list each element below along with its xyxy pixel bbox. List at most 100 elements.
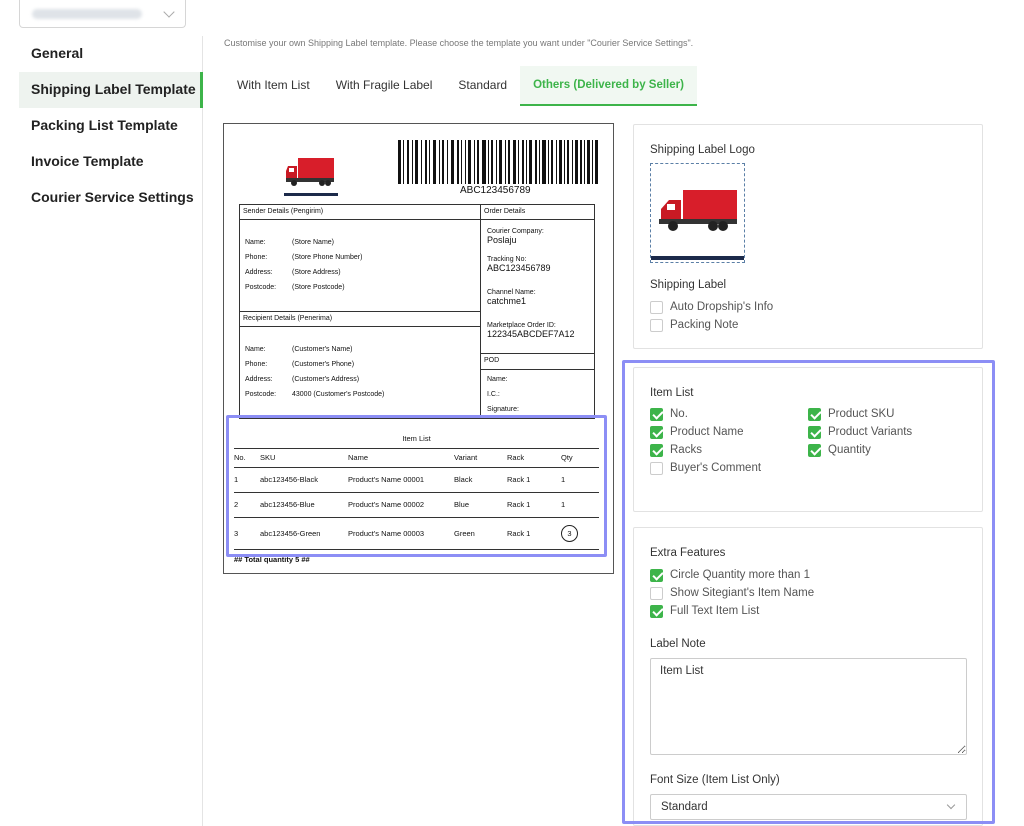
show-sitegiant-item-name-checkbox[interactable]: Show Sitegiant's Item Name [650, 584, 814, 602]
table-row: 3 abc123456-Green Product's Name 00003 G… [234, 517, 599, 550]
no-checkbox[interactable]: No. [650, 405, 761, 423]
circled-quantity: 3 [561, 524, 578, 542]
checkbox-checked-icon [808, 443, 821, 457]
buyers-comment-checkbox[interactable]: Buyer's Comment [650, 459, 761, 477]
checkbox-label: Buyer's Comment [670, 462, 762, 474]
sidebar-item-invoice-template[interactable]: Invoice Template [19, 144, 202, 180]
checkbox-checked-icon [808, 425, 821, 439]
item-variant: Blue [454, 492, 507, 518]
template-hint: Customise your own Shipping Label templa… [224, 38, 694, 48]
quantity-checkbox[interactable]: Quantity [808, 441, 912, 459]
settings-sidebar: General Shipping Label Template Packing … [19, 36, 203, 826]
pod-name: Name: [487, 376, 508, 383]
item-no: 1 [234, 467, 260, 493]
col-name: Name [348, 449, 454, 468]
recipient-phone-row: Phone: (Customer's Phone) [245, 361, 355, 368]
circle-quantity-checkbox[interactable]: Circle Quantity more than 1 [650, 566, 814, 584]
item-no: 3 [234, 517, 260, 550]
item-list-settings-panel: Item List No. Product Name Racks Buyer's… [633, 367, 983, 512]
sidebar-item-packing-list-template[interactable]: Packing List Template [19, 108, 202, 144]
tab-standard[interactable]: Standard [445, 66, 520, 106]
col-qty: Qty [561, 449, 599, 468]
item-list-right-options: Product SKU Product Variants Quantity [808, 405, 912, 459]
recipient-address-row: Address: (Customer's Address) [245, 376, 360, 383]
sender-details-header: Sender Details (Pengirim) [243, 208, 324, 215]
item-rack: Rack 1 [507, 517, 561, 550]
product-sku-checkbox[interactable]: Product SKU [808, 405, 912, 423]
sidebar-item-courier-service-settings[interactable]: Courier Service Settings [19, 180, 202, 216]
shipping-label-preview: ABC123456789 Sender Details (Pengirim) N… [223, 123, 614, 574]
checkbox-label: Packing Note [670, 319, 739, 331]
checkbox-icon [650, 318, 663, 332]
checkbox-icon [650, 461, 663, 475]
sidebar-item-shipping-label-template[interactable]: Shipping Label Template [19, 72, 203, 108]
checkbox-icon [650, 300, 663, 314]
pod-header: POD [484, 357, 500, 364]
shipping-label-title: Shipping Label [650, 279, 727, 291]
chevron-down-icon [946, 800, 956, 810]
col-sku: SKU [260, 449, 348, 468]
pod-signature: Signature: [487, 406, 519, 413]
item-list-preview: Item List No. SKU Name Variant Rack Qty … [234, 429, 599, 564]
checkbox-label: Product Name [670, 426, 744, 438]
item-name: Product's Name 00001 [348, 467, 454, 493]
logo-upload-box[interactable] [650, 163, 745, 263]
item-variant: Black [454, 467, 507, 493]
sender-address-row: Address: (Store Address) [245, 269, 341, 276]
recipient-name-row: Name: (Customer's Name) [245, 346, 353, 353]
product-variants-checkbox[interactable]: Product Variants [808, 423, 912, 441]
order-courier: Courier Company: Poslaju [487, 228, 544, 245]
checkbox-label: Show Sitegiant's Item Name [670, 587, 815, 599]
store-name-blurred [32, 9, 142, 19]
item-list-left-options: No. Product Name Racks Buyer's Comment [650, 405, 761, 477]
auto-dropship-checkbox[interactable]: Auto Dropship's Info [650, 298, 773, 316]
font-size-select[interactable]: Standard [650, 794, 967, 820]
checkbox-label: Circle Quantity more than 1 [670, 569, 810, 581]
racks-checkbox[interactable]: Racks [650, 441, 761, 459]
checkbox-label: Auto Dropship's Info [670, 301, 774, 313]
app-root: General Shipping Label Template Packing … [0, 0, 1024, 826]
item-name: Product's Name 00002 [348, 492, 454, 518]
logo-panel-title: Shipping Label Logo [650, 144, 755, 156]
checkbox-label: Full Text Item List [670, 605, 760, 617]
item-rack: Rack 1 [507, 467, 561, 493]
item-list-title: Item List [234, 429, 599, 449]
item-sku: abc123456-Green [260, 517, 348, 550]
checkbox-checked-icon [650, 604, 663, 618]
label-note-textarea[interactable] [650, 658, 967, 755]
checkbox-label: Product Variants [828, 426, 913, 438]
barcode-image [398, 140, 598, 184]
template-tabs: With Item List With Fragile Label Standa… [224, 66, 697, 106]
checkbox-checked-icon [650, 568, 663, 582]
store-select[interactable] [19, 0, 186, 28]
checkbox-label: Quantity [828, 444, 871, 456]
col-variant: Variant [454, 449, 507, 468]
font-size-title: Font Size (Item List Only) [650, 774, 780, 786]
checkbox-checked-icon [650, 407, 663, 421]
order-marketplace-id: Marketplace Order ID: 122345ABCDEF7A12 [487, 322, 575, 339]
item-list-panel-title: Item List [650, 387, 694, 399]
item-rack: Rack 1 [507, 492, 561, 518]
table-row: 1 abc123456-Black Product's Name 00001 B… [234, 467, 599, 493]
tab-with-fragile-label[interactable]: With Fragile Label [323, 66, 446, 106]
checkbox-checked-icon [650, 443, 663, 457]
full-text-item-list-checkbox[interactable]: Full Text Item List [650, 602, 814, 620]
item-sku: abc123456-Black [260, 467, 348, 493]
product-name-checkbox[interactable]: Product Name [650, 423, 761, 441]
item-no: 2 [234, 492, 260, 518]
sidebar-item-general[interactable]: General [19, 36, 202, 72]
order-tracking: Tracking No: ABC123456789 [487, 256, 551, 273]
order-details-header: Order Details [484, 208, 526, 215]
tab-others-delivered-by-seller[interactable]: Others (Delivered by Seller) [520, 66, 697, 106]
item-variant: Green [454, 517, 507, 550]
checkbox-label: Product SKU [828, 408, 895, 420]
sender-name-row: Name: (Store Name) [245, 239, 335, 246]
truck-logo-icon [651, 190, 744, 260]
extra-features-title: Extra Features [650, 547, 726, 559]
sender-phone-row: Phone: (Store Phone Number) [245, 254, 363, 261]
tab-with-item-list[interactable]: With Item List [224, 66, 323, 106]
shipping-label-options: Auto Dropship's Info Packing Note [650, 298, 773, 334]
item-sku: abc123456-Blue [260, 492, 348, 518]
packing-note-checkbox[interactable]: Packing Note [650, 316, 773, 334]
order-channel: Channel Name: catchme1 [487, 289, 536, 306]
